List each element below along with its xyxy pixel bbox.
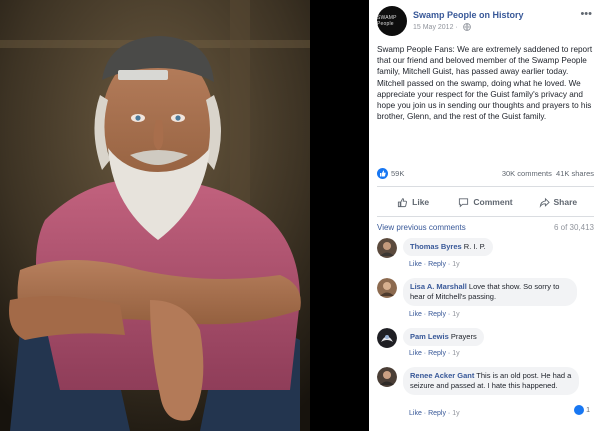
avatar[interactable]	[377, 328, 397, 348]
divider	[377, 216, 594, 217]
shares-count[interactable]: 41K shares	[556, 169, 594, 178]
like-count[interactable]: 59K	[391, 169, 404, 178]
post-timestamp[interactable]: 15 May 2012 ·	[413, 23, 471, 31]
post-date-text: 15 May 2012 ·	[413, 23, 460, 31]
like-reaction-icon[interactable]	[377, 168, 388, 179]
avatar[interactable]	[377, 278, 397, 298]
comment-reaction-count: 1	[586, 406, 590, 414]
comment-bubble: Lisa A. Marshall Love that show. So sorr…	[403, 278, 577, 306]
comment-item: Thomas Byres R. I. P. Like · Reply · 1y	[377, 238, 594, 272]
comment-author-link[interactable]: Pam Lewis	[410, 332, 449, 341]
like-label: Like	[412, 197, 430, 207]
comments-count[interactable]: 30K comments	[502, 169, 552, 178]
comment-reply-link[interactable]: Reply	[428, 350, 446, 357]
comment-icon	[459, 197, 469, 207]
like-button[interactable]: Like	[377, 192, 449, 212]
comment-reaction[interactable]: 1	[574, 405, 590, 415]
comment-author-link[interactable]: Thomas Byres	[410, 242, 462, 251]
avatar[interactable]	[377, 238, 397, 258]
comment-meta: Like · Reply · 1y	[409, 311, 460, 318]
photo-viewer[interactable]	[0, 0, 369, 431]
stats-right: 30K comments 41K shares	[502, 169, 594, 178]
comment-time[interactable]: 1y	[452, 350, 459, 357]
avatar[interactable]	[377, 367, 397, 387]
globe-icon	[462, 23, 471, 31]
comment-reply-link[interactable]: Reply	[428, 261, 446, 268]
comment-like-link[interactable]: Like	[409, 261, 422, 268]
post-photo	[0, 0, 369, 431]
comments-pagination-count: 6 of 30,413	[553, 223, 594, 232]
share-button[interactable]: Share	[522, 192, 594, 212]
comment-meta: Like · Reply · 1y	[409, 350, 460, 357]
comment-time[interactable]: 1y	[452, 261, 459, 268]
comment-bubble: Renee Acker Gant This is an old post. He…	[403, 367, 579, 395]
view-previous-comments-link[interactable]: View previous comments	[377, 223, 466, 232]
share-icon	[539, 197, 550, 208]
comment-like-link[interactable]: Like	[409, 350, 422, 357]
comment-author-link[interactable]: Renee Acker Gant	[410, 371, 474, 380]
post-body-text: Swamp People Fans: We are extremely sadd…	[377, 45, 593, 122]
more-icon[interactable]: •••	[580, 8, 592, 20]
comment-bubble: Pam Lewis Prayers	[403, 328, 484, 346]
comment-like-link[interactable]: Like	[409, 410, 422, 417]
comment-bubble: Thomas Byres R. I. P.	[403, 238, 493, 256]
comment-author-link[interactable]: Lisa A. Marshall	[410, 282, 467, 291]
post-side-panel: SWAMP People Swamp People on History 15 …	[369, 0, 600, 431]
post-stats: 59K 30K comments 41K shares	[377, 168, 594, 180]
post-header: SWAMP People Swamp People on History 15 …	[377, 6, 592, 38]
comment-text: R. I. P.	[463, 242, 486, 251]
comment-time[interactable]: 1y	[452, 410, 459, 417]
like-reaction-icon	[574, 405, 585, 415]
comment-label: Comment	[473, 197, 513, 207]
comment-meta: Like · Reply · 1y	[409, 410, 460, 417]
comment-meta: Like · Reply · 1y	[409, 261, 460, 268]
post-actions: Like Comment Share	[377, 192, 594, 212]
page-name-link[interactable]: Swamp People on History	[413, 10, 524, 20]
comment-item: Pam Lewis Prayers Like · Reply · 1y	[377, 328, 594, 362]
page-avatar[interactable]: SWAMP People	[377, 6, 407, 36]
comment-reply-link[interactable]: Reply	[428, 410, 446, 417]
like-icon	[398, 197, 408, 207]
comment-reply-link[interactable]: Reply	[428, 311, 446, 318]
comment-item: Renee Acker Gant This is an old post. He…	[377, 367, 594, 427]
comment-item: Lisa A. Marshall Love that show. So sorr…	[377, 278, 594, 324]
comment-like-link[interactable]: Like	[409, 311, 422, 318]
comment-time[interactable]: 1y	[452, 311, 459, 318]
divider	[377, 186, 594, 187]
comment-text: Prayers	[450, 332, 477, 341]
comment-button[interactable]: Comment	[449, 192, 521, 212]
share-label: Share	[553, 197, 578, 207]
